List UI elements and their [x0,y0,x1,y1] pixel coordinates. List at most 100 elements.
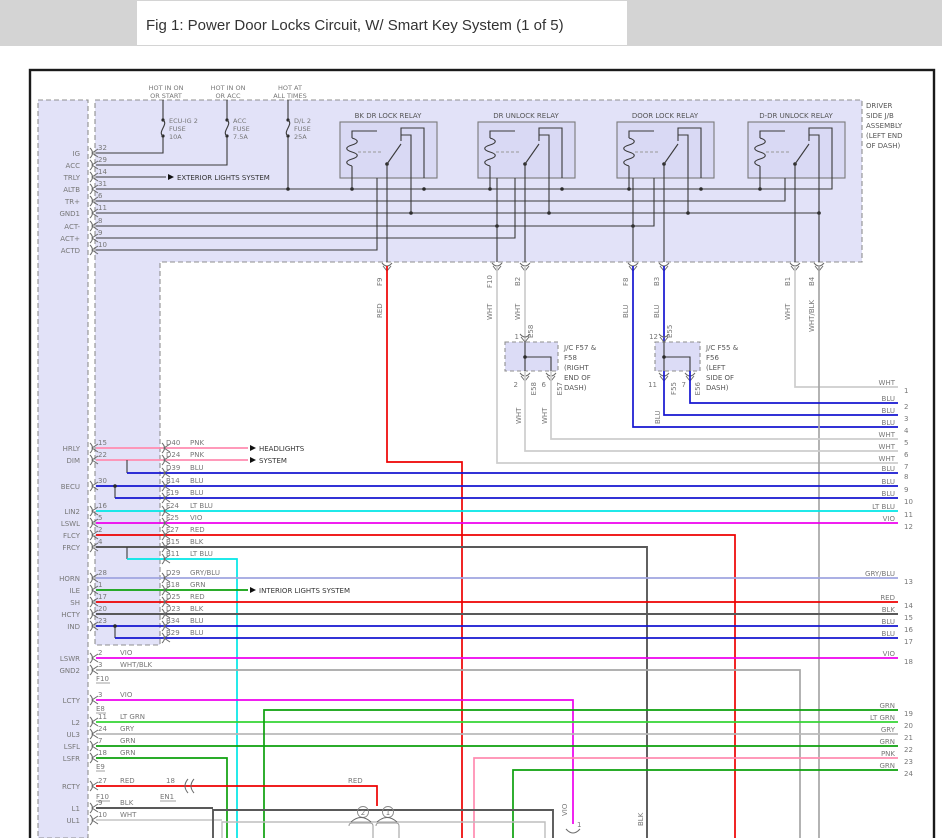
ecu-pin-label: DIM [67,457,81,465]
connector-id: F25 [166,514,179,522]
pin-number: 9 [98,799,102,807]
jc-name-line: (RIGHT [564,364,589,372]
relay-box-d-dr-unlock [748,122,845,178]
wire-color-label: BLU [882,618,895,626]
pin-number: 22 [904,746,913,754]
wire-color-label: BLU [882,630,895,638]
wire-color-label: PNK [881,750,895,758]
connector-id: B29 [166,629,180,637]
wire-color-label: VIO [120,649,133,657]
connector-id: B15 [166,538,180,546]
wire-color-label: WHT [120,811,137,819]
pin-number: 11 [904,511,913,519]
pin-number: 3 [98,691,102,699]
connector-id: E58 [527,325,535,338]
jb-note-line: ASSEMBLY [866,122,903,130]
jc-name-line: END OF [564,374,591,382]
connector-id: B18 [166,581,180,589]
ecu-pin-label: HCTY [61,611,80,619]
wire-color-label: BLU [882,490,895,498]
pin-number: 4 [98,538,103,546]
pin-number: 7 [98,737,102,745]
power-label: OR ACC [215,92,241,100]
wire-color-label: WHT [515,407,523,424]
connector-id: B34 [166,617,180,625]
wire-color-label: WHT [541,407,549,424]
pin-number: 12 [649,333,658,341]
wire-color-label: VIO [883,515,896,523]
pin-number: 2 [361,809,365,817]
wire-color-label: GRY [881,726,896,734]
power-label: HOT AT [278,84,302,92]
pin-number: 28 [98,569,107,577]
jc-name-line: DASH) [564,384,587,392]
pin-number: 16 [904,626,913,634]
ecu-pin-label: UL1 [67,817,80,825]
relay-box-door-lock [617,122,714,178]
wire-color-label: RED [348,777,363,785]
power-label: HOT IN ON [149,84,184,92]
wire-color-label: VIO [883,650,896,658]
fuse-type: FUSE [169,125,186,133]
connector-id: E9 [96,763,105,771]
wire-color-label: GRN [120,737,136,745]
pin-number: 1 [386,809,390,817]
pin-number: 10 [98,811,107,819]
pin-number: 1 [904,387,908,395]
pin-number: 9 [904,486,908,494]
wire-color-label: WHT [486,303,494,320]
wire-color-label: RED [120,777,135,785]
pin-number: 12 [904,523,913,531]
wire-color-label: BLU [882,478,895,486]
wire-color-label: BLU [190,617,203,625]
wire-color-label: BLU [190,477,203,485]
wire-color-label: GRY [120,725,135,733]
ecu-pin-label: HORN [59,575,80,583]
wire-color-label: VIO [190,514,203,522]
connector-id: B14 [166,477,180,485]
connector-id: D23 [166,605,180,613]
pin-number: 31 [98,180,107,188]
ecu-pin-label: IND [67,623,80,631]
ecu-pin-label: TR+ [64,198,80,206]
pin-number: 22 [98,451,107,459]
pin-number: 10 [904,498,913,506]
connector-id: F9 [376,278,384,286]
connector-id: D40 [166,439,180,447]
wire-color-label: GRY/BLU [190,569,220,577]
connector-id: E56 [694,381,702,395]
title-banner: Fig 1: Power Door Locks Circuit, W/ Smar… [0,0,942,46]
ecu-pin-label: IG [73,150,81,158]
pin-number: 29 [98,156,107,164]
pin-number: 20 [98,605,107,613]
pin-number: 2 [514,381,518,389]
pin-number: 1 [577,821,581,829]
wire-color-label: WHT [879,431,896,439]
wire-color-label: BLU [882,465,895,473]
wire-color-label: BLK [190,605,204,613]
pin-number: 18 [98,749,107,757]
connector-id: B11 [166,550,180,558]
wire-color-label: BLU [882,407,895,415]
wire-color-label: WHT [784,303,792,320]
jc-name-line: J/C F57 & [563,344,597,352]
connector-id: E8 [96,705,105,713]
ecu-pin-label: LSFR [63,755,80,763]
system-ref-interior-lights: INTERIOR LIGHTS SYSTEM [259,587,350,595]
ecu-pin-label: TRLY [63,174,81,182]
pin-number: 11 [648,381,657,389]
ecu-pin-label: LSFL [64,743,80,751]
wire-color-label: WHT [879,455,896,463]
wire-color-label: LT GRN [120,713,145,721]
connector-id: F8 [622,278,630,286]
page-title: Fig 1: Power Door Locks Circuit, W/ Smar… [146,17,564,34]
system-ref-headlights2: SYSTEM [259,457,287,465]
pin-number: 17 [98,593,107,601]
power-label: OR START [150,92,182,100]
wire-color-label: PNK [190,439,204,447]
wire-color-label: RED [190,526,205,534]
pin-number: 3 [904,415,908,423]
jb-note-line: DRIVER [866,102,893,110]
wire-color-label: GRN [190,581,206,589]
jc-name-line: (LEFT [706,364,726,372]
